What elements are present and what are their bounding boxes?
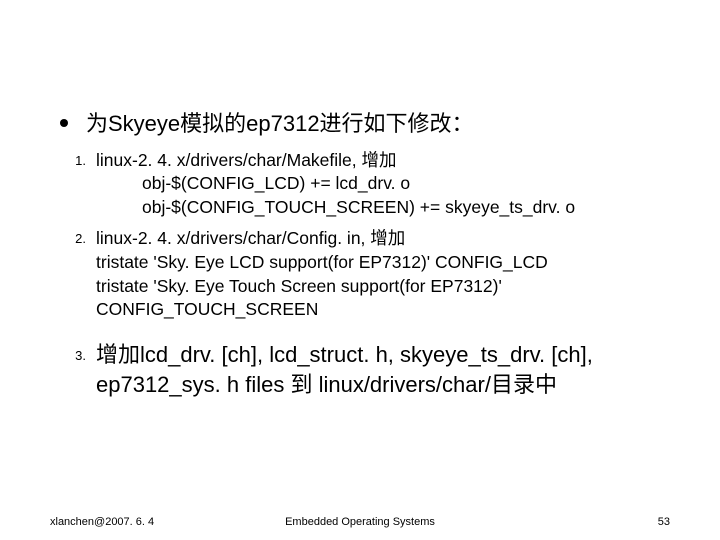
slide: 为Skyeye模拟的ep7312进行如下修改： 1. linux-2. 4. x…	[0, 0, 720, 540]
footer-title: Embedded Operating Systems	[0, 516, 720, 528]
item-number: 2.	[60, 227, 86, 246]
item-number: 1.	[60, 149, 86, 168]
title-row: 为Skyeye模拟的ep7312进行如下修改：	[60, 110, 670, 139]
footer-page-number: 53	[658, 516, 670, 528]
item-line: tristate 'Sky. Eye LCD support(for EP731…	[96, 251, 670, 275]
item-subline: obj-$(CONFIG_TOUCH_SCREEN) += skyeye_ts_…	[96, 196, 670, 220]
list-item-3: 3. 增加lcd_drv. [ch], lcd_struct. h, skyey…	[60, 340, 670, 399]
slide-title: 为Skyeye模拟的ep7312进行如下修改：	[86, 110, 474, 139]
bullet-icon	[60, 119, 68, 127]
item-subline: obj-$(CONFIG_LCD) += lcd_drv. o	[96, 172, 670, 196]
item-line: linux-2. 4. x/drivers/char/Makefile, 增加	[96, 149, 670, 173]
list-item-1: 1. linux-2. 4. x/drivers/char/Makefile, …	[60, 149, 670, 220]
item-line: tristate 'Sky. Eye Touch Screen support(…	[96, 275, 670, 299]
item-line: linux-2. 4. x/drivers/char/Config. in, 增…	[96, 227, 670, 251]
list-item-2: 2. linux-2. 4. x/drivers/char/Config. in…	[60, 227, 670, 322]
item-body: 增加lcd_drv. [ch], lcd_struct. h, skyeye_t…	[96, 340, 670, 399]
item-line: CONFIG_TOUCH_SCREEN	[96, 298, 670, 322]
item-body: linux-2. 4. x/drivers/char/Config. in, 增…	[96, 227, 670, 322]
item-body: linux-2. 4. x/drivers/char/Makefile, 增加 …	[96, 149, 670, 220]
item-number: 3.	[60, 340, 86, 363]
